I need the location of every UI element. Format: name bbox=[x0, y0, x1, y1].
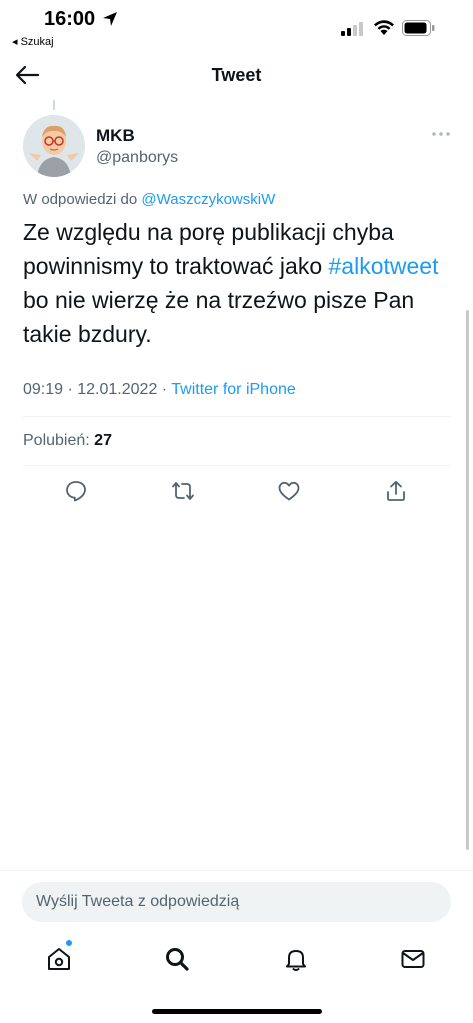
page-title: Tweet bbox=[211, 65, 262, 85]
cellular-signal-icon bbox=[341, 22, 363, 36]
mention-link[interactable]: @WaszczykowskiW bbox=[141, 191, 275, 208]
wifi-icon bbox=[374, 20, 394, 35]
notifications-icon[interactable] bbox=[282, 945, 310, 973]
home-icon[interactable] bbox=[45, 945, 73, 973]
author-name[interactable]: MKB bbox=[96, 126, 135, 146]
likes-label: Polubień: bbox=[23, 432, 95, 449]
clock: 16:00 bbox=[44, 8, 96, 30]
tweet-timestamp[interactable]: 09:19 · 12.01.2022 · bbox=[23, 381, 171, 398]
battery-icon bbox=[402, 20, 435, 36]
tweet-text-part: bo nie wierzę że na trzeźwo pisze Pan ta… bbox=[23, 287, 415, 347]
replying-to-label: W odpowiedzi do bbox=[23, 191, 142, 208]
divider bbox=[23, 416, 451, 417]
location-arrow-icon bbox=[103, 12, 117, 26]
status-bar: 16:00 ◂ Szukaj bbox=[0, 0, 473, 50]
tweet-metadata: 09:19 · 12.01.2022 · Twitter for iPhone bbox=[23, 381, 296, 399]
back-to-app-link[interactable]: ◂ Szukaj bbox=[12, 35, 54, 48]
divider bbox=[23, 465, 451, 466]
home-indicator[interactable] bbox=[152, 1009, 322, 1014]
replying-to-line: W odpowiedzi do @WaszczykowskiW bbox=[23, 191, 275, 208]
reply-input[interactable] bbox=[22, 882, 451, 922]
divider bbox=[0, 870, 473, 871]
thread-connector-line bbox=[53, 100, 55, 110]
author-handle[interactable]: @panborys bbox=[96, 149, 178, 167]
tweet-text: Ze względu na porę publikacji chyba powi… bbox=[23, 215, 453, 351]
tweet-source-link[interactable]: Twitter for iPhone bbox=[171, 381, 296, 398]
retweet-icon[interactable] bbox=[171, 479, 195, 503]
top-navigation-bar: Tweet bbox=[0, 50, 473, 102]
scrollbar[interactable] bbox=[466, 310, 469, 850]
messages-icon[interactable] bbox=[399, 945, 427, 973]
search-icon[interactable] bbox=[163, 945, 191, 973]
memoji-avatar-image bbox=[23, 115, 85, 177]
unread-dot bbox=[65, 939, 73, 947]
likes-count: 27 bbox=[94, 432, 112, 449]
hashtag-link[interactable]: #alkotweet bbox=[329, 253, 439, 279]
reply-icon[interactable] bbox=[64, 479, 88, 503]
avatar[interactable] bbox=[23, 115, 85, 177]
like-icon[interactable] bbox=[277, 479, 301, 503]
likes-stat[interactable]: Polubień: 27 bbox=[23, 432, 112, 450]
more-options-icon[interactable] bbox=[430, 128, 452, 140]
share-icon[interactable] bbox=[384, 479, 408, 503]
